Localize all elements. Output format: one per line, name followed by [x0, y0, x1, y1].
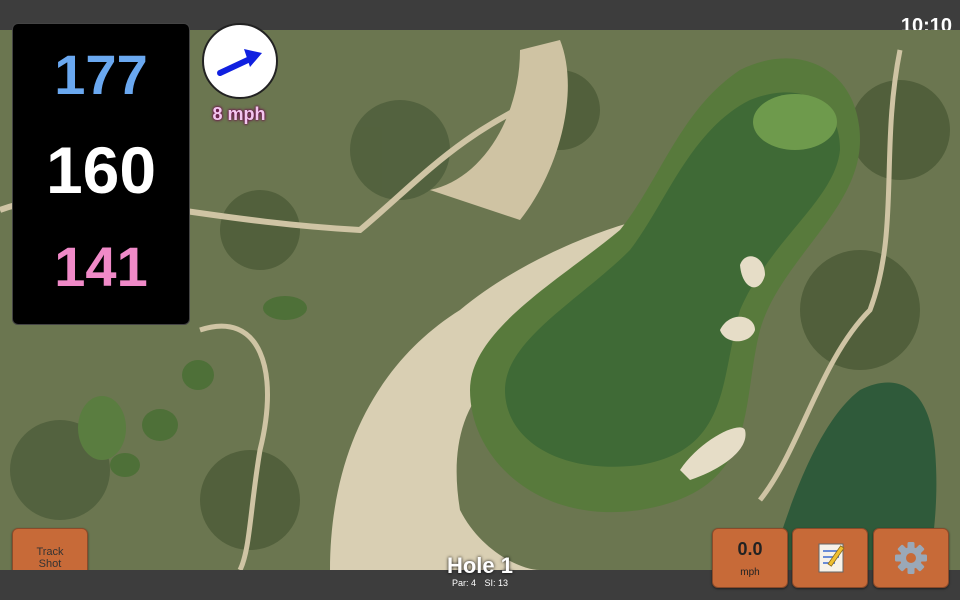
settings-button[interactable] — [873, 528, 949, 588]
wind-indicator[interactable] — [202, 23, 278, 99]
speed-button[interactable]: 0.0 mph — [712, 528, 788, 588]
middle-yardage: 160 — [45, 133, 157, 207]
notepad-icon — [818, 543, 845, 573]
wind-speed-label: 8 mph — [212, 104, 266, 124]
speed-unit: mph — [740, 567, 760, 578]
stroke-index-label: SI: 13 — [484, 578, 509, 588]
par-label: Par: 4 — [451, 578, 476, 588]
wind-arrow-icon — [217, 49, 262, 76]
back-yardage: 177 — [54, 43, 148, 106]
speed-value: 0.0 — [737, 539, 763, 559]
yardage-panel: 177 160 141 — [12, 23, 190, 325]
front-yardage: 141 — [54, 235, 148, 298]
notes-button[interactable] — [792, 528, 868, 588]
gear-icon — [895, 542, 927, 574]
